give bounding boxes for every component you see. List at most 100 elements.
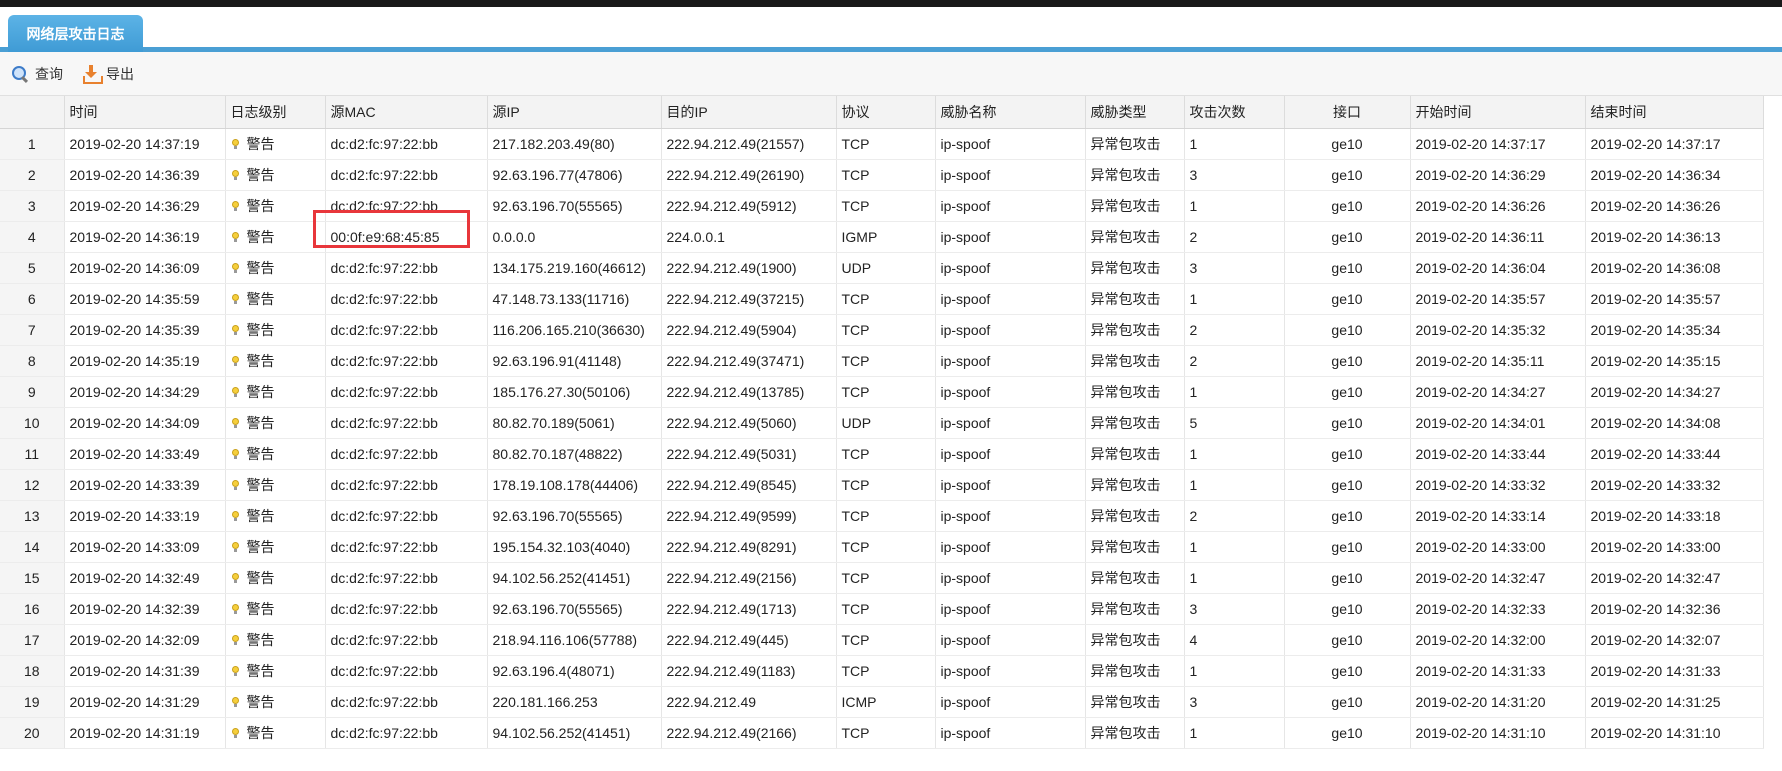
table-row[interactable]: 12 2019-02-20 14:33:39 警告 dc:d2:fc:97:22:bb…	[0, 469, 1764, 501]
source-mac-cell: dc:d2:fc:97:22:bb	[325, 624, 488, 656]
start-time-cell: 2019-02-20 14:33:14	[1410, 500, 1586, 532]
warning-bulb-icon	[231, 324, 239, 336]
table-row[interactable]: 9 2019-02-20 14:34:29 警告 dc:d2:fc:97:22:bb 1…	[0, 376, 1764, 408]
end-time-cell: 2019-02-20 14:35:34	[1585, 314, 1764, 346]
destination-ip-cell: 222.94.212.49(37471)	[661, 345, 837, 377]
column-header-threat-type[interactable]: 威胁类型	[1085, 96, 1185, 129]
time-cell: 2019-02-20 14:36:09	[64, 252, 226, 284]
end-time-cell: 2019-02-20 14:33:00	[1585, 531, 1764, 563]
table-row[interactable]: 3 2019-02-20 14:36:29 警告 dc:d2:fc:97:22:bb 9…	[0, 190, 1764, 222]
attack-count-cell: 2	[1184, 345, 1285, 377]
column-header-time[interactable]: 时间	[64, 96, 226, 129]
column-header-interface[interactable]: 接口	[1284, 96, 1411, 129]
log-level-cell: 警告	[225, 128, 326, 160]
attack-count-cell: 3	[1184, 686, 1285, 718]
export-button[interactable]: 导出	[81, 64, 134, 84]
start-time-cell: 2019-02-20 14:32:33	[1410, 593, 1586, 625]
log-level-label: 警告	[246, 445, 275, 462]
column-header-end-time[interactable]: 结束时间	[1585, 96, 1764, 129]
table-row[interactable]: 4 2019-02-20 14:36:19 警告 00:0f:e9:68:45:85 0…	[0, 221, 1764, 253]
log-level-cell: 警告	[225, 159, 326, 191]
log-level-cell: 警告	[225, 562, 326, 594]
time-cell: 2019-02-20 14:33:39	[64, 469, 226, 501]
table-row[interactable]: 11 2019-02-20 14:33:49 警告 dc:d2:fc:97:22:bb…	[0, 438, 1764, 470]
source-ip-cell: 92.63.196.77(47806)	[487, 159, 662, 191]
threat-type-cell: 异常包攻击	[1085, 159, 1185, 191]
interface-cell: ge10	[1284, 717, 1411, 749]
table-row[interactable]: 14 2019-02-20 14:33:09 警告 dc:d2:fc:97:22:bb…	[0, 531, 1764, 563]
column-header-protocol[interactable]: 协议	[836, 96, 936, 129]
end-time-cell: 2019-02-20 14:32:07	[1585, 624, 1764, 656]
time-cell: 2019-02-20 14:32:49	[64, 562, 226, 594]
protocol-cell: TCP	[836, 159, 936, 191]
source-mac-cell: dc:d2:fc:97:22:bb	[325, 655, 488, 687]
interface-cell: ge10	[1284, 438, 1411, 470]
row-number: 2	[0, 159, 65, 191]
log-level-cell: 警告	[225, 190, 326, 222]
destination-ip-cell: 222.94.212.49(13785)	[661, 376, 837, 408]
protocol-cell: TCP	[836, 345, 936, 377]
query-button[interactable]: 查询	[10, 64, 63, 84]
protocol-cell: TCP	[836, 128, 936, 160]
table-row[interactable]: 1 2019-02-20 14:37:19 警告 dc:d2:fc:97:22:bb 2…	[0, 128, 1764, 160]
source-ip-cell: 47.148.73.133(11716)	[487, 283, 662, 315]
tab-network-attack-log[interactable]: 网络层攻击日志	[8, 15, 143, 52]
table-row[interactable]: 13 2019-02-20 14:33:19 警告 dc:d2:fc:97:22:bb…	[0, 500, 1764, 532]
end-time-cell: 2019-02-20 14:34:27	[1585, 376, 1764, 408]
column-header-source-mac[interactable]: 源MAC	[325, 96, 488, 129]
threat-name-cell: ip-spoof	[935, 438, 1086, 470]
end-time-cell: 2019-02-20 14:35:15	[1585, 345, 1764, 377]
table-row[interactable]: 8 2019-02-20 14:35:19 警告 dc:d2:fc:97:22:bb 9…	[0, 345, 1764, 377]
time-cell: 2019-02-20 14:32:09	[64, 624, 226, 656]
threat-name-cell: ip-spoof	[935, 500, 1086, 532]
interface-cell: ge10	[1284, 283, 1411, 315]
column-header-row-number[interactable]	[0, 96, 65, 129]
table-row[interactable]: 19 2019-02-20 14:31:29 警告 dc:d2:fc:97:22:bb…	[0, 686, 1764, 718]
attack-count-cell: 3	[1184, 593, 1285, 625]
table-row[interactable]: 16 2019-02-20 14:32:39 警告 dc:d2:fc:97:22:bb…	[0, 593, 1764, 625]
start-time-cell: 2019-02-20 14:34:01	[1410, 407, 1586, 439]
end-time-cell: 2019-02-20 14:35:57	[1585, 283, 1764, 315]
table-row[interactable]: 6 2019-02-20 14:35:59 警告 dc:d2:fc:97:22:bb 4…	[0, 283, 1764, 315]
threat-type-cell: 异常包攻击	[1085, 221, 1185, 253]
source-mac-cell: dc:d2:fc:97:22:bb	[325, 469, 488, 501]
destination-ip-cell: 222.94.212.49(8545)	[661, 469, 837, 501]
threat-type-cell: 异常包攻击	[1085, 283, 1185, 315]
row-number: 12	[0, 469, 65, 501]
start-time-cell: 2019-02-20 14:33:32	[1410, 469, 1586, 501]
protocol-cell: TCP	[836, 314, 936, 346]
attack-count-cell: 2	[1184, 221, 1285, 253]
table-row[interactable]: 18 2019-02-20 14:31:39 警告 dc:d2:fc:97:22:bb…	[0, 655, 1764, 687]
time-cell: 2019-02-20 14:36:39	[64, 159, 226, 191]
source-ip-cell: 92.63.196.4(48071)	[487, 655, 662, 687]
table-row[interactable]: 2 2019-02-20 14:36:39 警告 dc:d2:fc:97:22:bb 9…	[0, 159, 1764, 191]
start-time-cell: 2019-02-20 14:32:00	[1410, 624, 1586, 656]
table-row[interactable]: 7 2019-02-20 14:35:39 警告 dc:d2:fc:97:22:bb 1…	[0, 314, 1764, 346]
column-header-source-ip[interactable]: 源IP	[487, 96, 662, 129]
log-level-cell: 警告	[225, 345, 326, 377]
toolbar: 查询 导出	[0, 52, 1782, 96]
row-number: 19	[0, 686, 65, 718]
destination-ip-cell: 222.94.212.49(2156)	[661, 562, 837, 594]
threat-type-cell: 异常包攻击	[1085, 655, 1185, 687]
log-level-cell: 警告	[225, 376, 326, 408]
column-header-threat-name[interactable]: 威胁名称	[935, 96, 1086, 129]
table-row[interactable]: 17 2019-02-20 14:32:09 警告 dc:d2:fc:97:22:bb…	[0, 624, 1764, 656]
interface-cell: ge10	[1284, 314, 1411, 346]
table-row[interactable]: 10 2019-02-20 14:34:09 警告 dc:d2:fc:97:22:bb…	[0, 407, 1764, 439]
table-row[interactable]: 5 2019-02-20 14:36:09 警告 dc:d2:fc:97:22:bb 1…	[0, 252, 1764, 284]
table-row[interactable]: 20 2019-02-20 14:31:19 警告 dc:d2:fc:97:22:bb…	[0, 717, 1764, 749]
source-ip-cell: 92.63.196.70(55565)	[487, 190, 662, 222]
source-mac-cell: dc:d2:fc:97:22:bb	[325, 345, 488, 377]
table-row[interactable]: 15 2019-02-20 14:32:49 警告 dc:d2:fc:97:22:bb…	[0, 562, 1764, 594]
column-header-log-level[interactable]: 日志级别	[225, 96, 326, 129]
log-level-label: 警告	[246, 600, 275, 617]
destination-ip-cell: 222.94.212.49(5904)	[661, 314, 837, 346]
log-level-label: 警告	[246, 166, 275, 183]
column-header-start-time[interactable]: 开始时间	[1410, 96, 1586, 129]
time-cell: 2019-02-20 14:33:49	[64, 438, 226, 470]
column-header-destination-ip[interactable]: 目的IP	[661, 96, 837, 129]
threat-type-cell: 异常包攻击	[1085, 252, 1185, 284]
log-level-label: 警告	[246, 476, 275, 493]
column-header-attack-count[interactable]: 攻击次数	[1184, 96, 1285, 129]
